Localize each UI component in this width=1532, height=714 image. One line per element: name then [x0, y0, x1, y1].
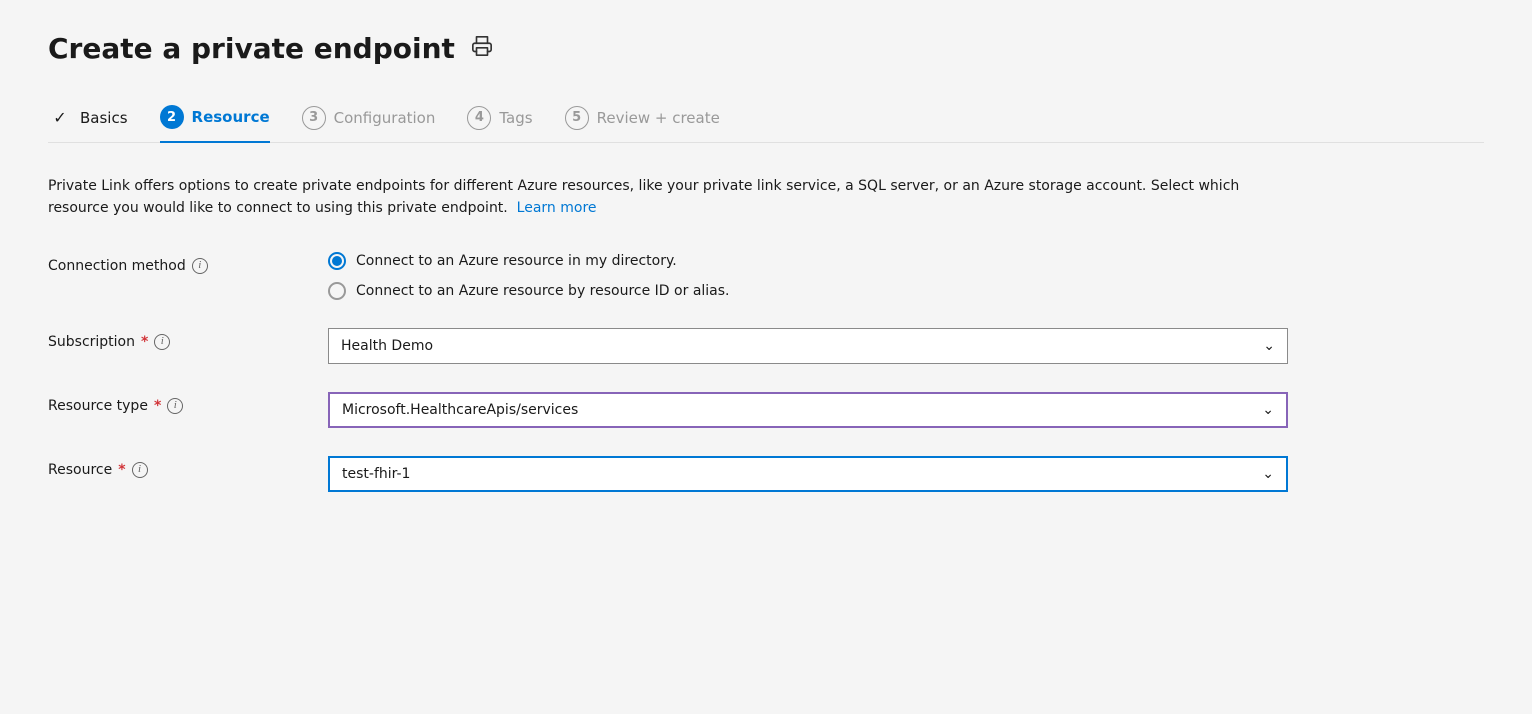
subscription-label-col: Subscription * i [48, 328, 328, 350]
form-section: Connection method i Connect to an Azure … [48, 252, 1448, 492]
step-configuration-badge: 3 [302, 106, 326, 130]
resource-type-label: Resource type * i [48, 398, 328, 414]
step-basics[interactable]: ✓ Basics [48, 106, 128, 142]
resource-type-row: Resource type * i Microsoft.HealthcareAp… [48, 392, 1448, 428]
resource-type-select[interactable]: Microsoft.HealthcareApis/services ⌄ [328, 392, 1288, 428]
connection-method-label-col: Connection method i [48, 252, 328, 274]
subscription-info-icon[interactable]: i [154, 334, 170, 350]
subscription-label: Subscription * i [48, 334, 328, 350]
resource-type-info-icon[interactable]: i [167, 398, 183, 414]
step-review-badge: 5 [565, 106, 589, 130]
step-tags-label: Tags [499, 109, 532, 127]
step-resource-label: Resource [192, 108, 270, 126]
print-icon[interactable] [471, 35, 493, 63]
radio-directory-circle [328, 252, 346, 270]
radio-directory[interactable]: Connect to an Azure resource in my direc… [328, 252, 1448, 270]
connection-method-label: Connection method i [48, 258, 328, 274]
step-review[interactable]: 5 Review + create [565, 106, 720, 142]
connection-method-info-icon[interactable]: i [192, 258, 208, 274]
radio-group: Connect to an Azure resource in my direc… [328, 252, 1448, 300]
resource-type-label-col: Resource type * i [48, 392, 328, 414]
resource-type-chevron: ⌄ [1262, 402, 1274, 418]
subscription-control: Health Demo ⌄ [328, 328, 1448, 364]
resource-chevron: ⌄ [1262, 466, 1274, 482]
subscription-chevron: ⌄ [1263, 338, 1275, 354]
resource-value: test-fhir-1 [342, 466, 410, 482]
resource-control: test-fhir-1 ⌄ [328, 456, 1448, 492]
resource-type-control: Microsoft.HealthcareApis/services ⌄ [328, 392, 1448, 428]
wizard-steps: ✓ Basics 2 Resource 3 Configuration 4 Ta… [48, 105, 1484, 143]
step-basics-label: Basics [80, 109, 128, 127]
resource-type-required: * [154, 398, 161, 414]
connection-method-row: Connection method i Connect to an Azure … [48, 252, 1448, 300]
subscription-value: Health Demo [341, 338, 433, 354]
description-text: Private Link offers options to create pr… [48, 175, 1248, 220]
subscription-select[interactable]: Health Demo ⌄ [328, 328, 1288, 364]
step-tags-badge: 4 [467, 106, 491, 130]
radio-alias[interactable]: Connect to an Azure resource by resource… [328, 282, 1448, 300]
connection-method-options: Connect to an Azure resource in my direc… [328, 252, 1448, 300]
step-configuration[interactable]: 3 Configuration [302, 106, 436, 142]
resource-info-icon[interactable]: i [132, 462, 148, 478]
subscription-required: * [141, 334, 148, 350]
step-basics-badge: ✓ [48, 106, 72, 130]
resource-row: Resource * i test-fhir-1 ⌄ [48, 456, 1448, 492]
step-resource[interactable]: 2 Resource [160, 105, 270, 143]
resource-label: Resource * i [48, 462, 328, 478]
resource-type-value: Microsoft.HealthcareApis/services [342, 402, 578, 418]
step-tags[interactable]: 4 Tags [467, 106, 532, 142]
step-resource-badge: 2 [160, 105, 184, 129]
learn-more-link[interactable]: Learn more [517, 200, 597, 216]
resource-required: * [118, 462, 125, 478]
resource-label-col: Resource * i [48, 456, 328, 478]
page-header: Create a private endpoint [48, 32, 1484, 65]
step-configuration-label: Configuration [334, 109, 436, 127]
page-title: Create a private endpoint [48, 32, 455, 65]
step-review-label: Review + create [597, 109, 720, 127]
resource-select[interactable]: test-fhir-1 ⌄ [328, 456, 1288, 492]
subscription-row: Subscription * i Health Demo ⌄ [48, 328, 1448, 364]
radio-alias-circle [328, 282, 346, 300]
